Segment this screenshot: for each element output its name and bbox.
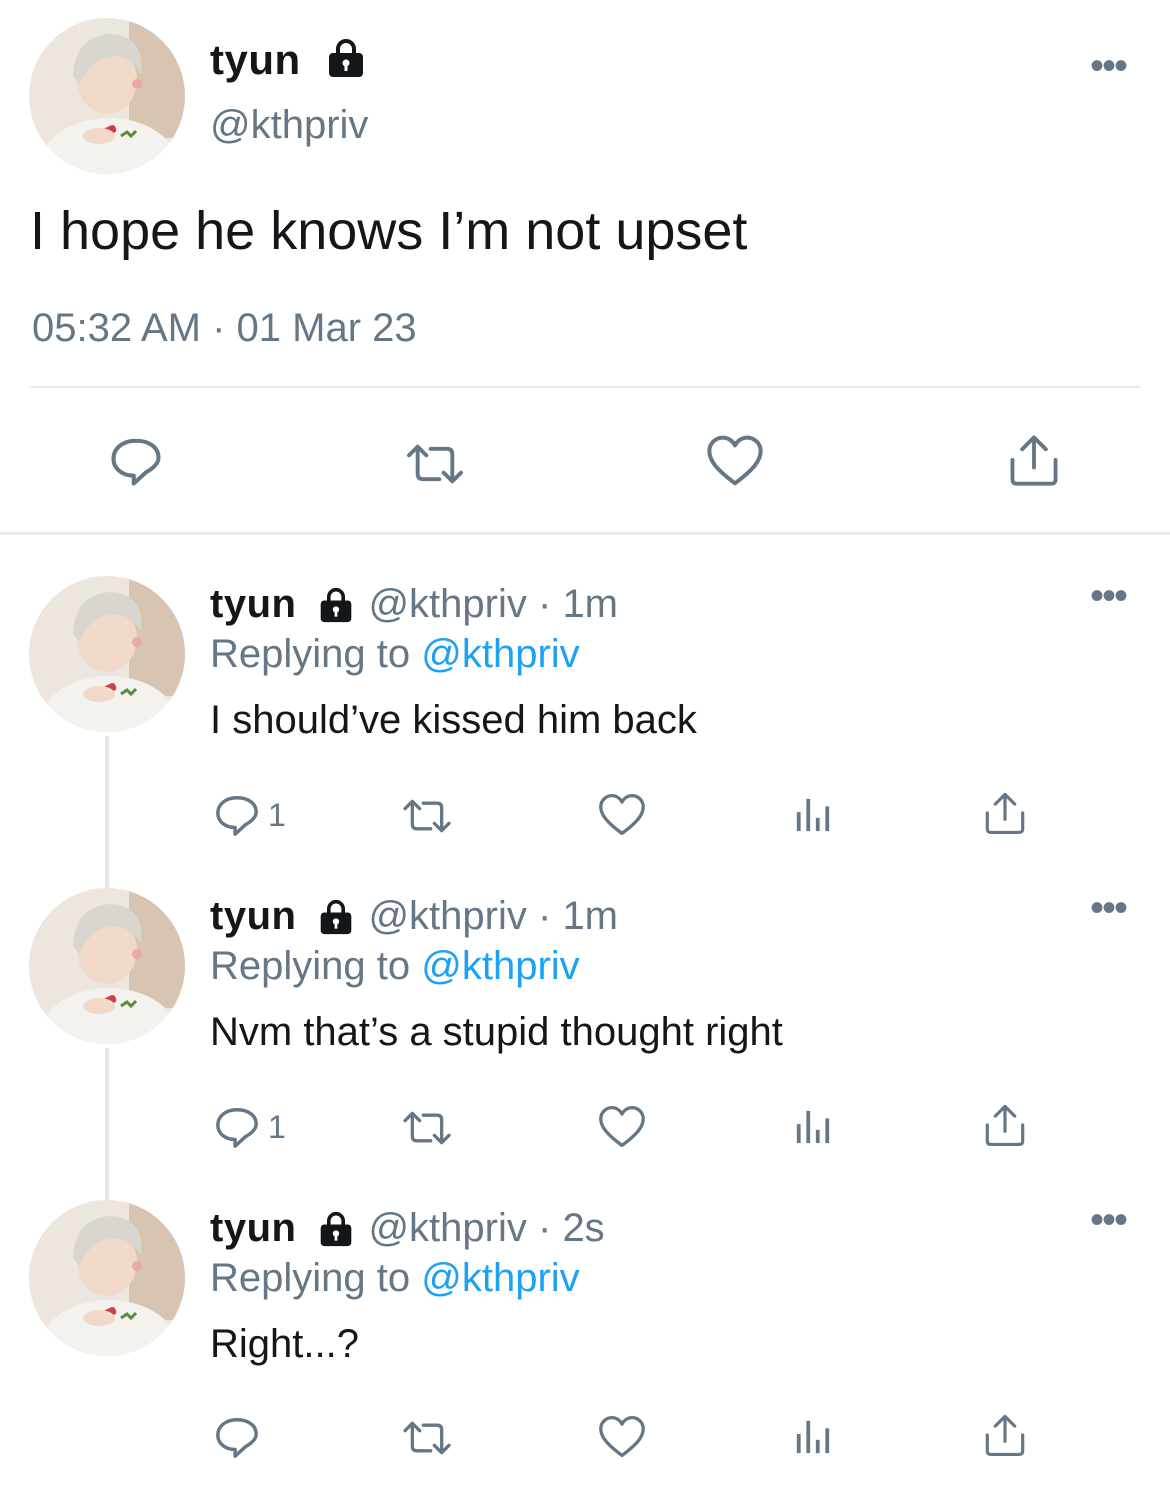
author-handle[interactable]: @kthpriv <box>368 894 526 939</box>
mention-link[interactable]: @kthpriv <box>421 632 579 676</box>
reply-button[interactable]: 1 <box>214 792 286 838</box>
author-avatar[interactable] <box>29 1200 185 1356</box>
reply-count: 1 <box>268 1108 286 1145</box>
share-button[interactable] <box>1006 432 1062 488</box>
reply-text: Nvm that’s a stupid thought right <box>210 1010 783 1054</box>
stats-button[interactable] <box>794 1106 832 1146</box>
replying-to: Replying to @kthpriv <box>210 1256 580 1301</box>
share-button[interactable] <box>982 1412 1028 1458</box>
stats-button[interactable] <box>794 1416 832 1456</box>
author-name[interactable]: tyun <box>210 894 296 939</box>
reply-tweet[interactable]: tyun @kthpriv · 1m ••• Replying to @kthp… <box>0 888 1170 1200</box>
author-avatar[interactable] <box>29 888 185 1044</box>
reply-button[interactable]: 1 <box>214 1104 286 1150</box>
retweet-button[interactable] <box>398 794 456 838</box>
author-handle[interactable]: @kthpriv <box>368 582 526 627</box>
author-handle[interactable]: @kthpriv <box>368 1206 526 1251</box>
retweet-icon <box>398 794 456 838</box>
like-icon <box>598 1104 646 1150</box>
author-name[interactable]: tyun <box>210 36 301 84</box>
replying-to: Replying to @kthpriv <box>210 632 580 677</box>
reply-time[interactable]: 2s <box>562 1206 604 1251</box>
share-icon <box>1006 432 1062 488</box>
share-button[interactable] <box>982 1102 1028 1148</box>
more-options-button[interactable]: ••• <box>1090 576 1128 616</box>
mention-link[interactable]: @kthpriv <box>421 944 579 988</box>
more-options-button[interactable]: ••• <box>1090 888 1128 928</box>
reply-text: I should’ve kissed him back <box>210 698 697 742</box>
reply-text: Right...? <box>210 1322 359 1366</box>
reply-count: 1 <box>268 796 286 833</box>
reply-header: tyun @kthpriv · 1m <box>210 582 618 627</box>
stats-icon <box>794 794 832 834</box>
author-handle[interactable]: @kthpriv <box>210 103 368 148</box>
stats-icon <box>794 1106 832 1146</box>
divider <box>0 532 1170 535</box>
reply-tweet[interactable]: tyun @kthpriv · 2s ••• Replying to @kthp… <box>0 1200 1170 1512</box>
replying-to: Replying to @kthpriv <box>210 944 580 989</box>
lock-icon <box>318 899 354 935</box>
reply-header: tyun @kthpriv · 2s <box>210 1206 605 1251</box>
reply-icon <box>214 1414 260 1460</box>
like-icon <box>706 434 764 488</box>
separator: · <box>537 1206 552 1250</box>
reply-time[interactable]: 1m <box>562 894 618 939</box>
more-options-button[interactable]: ••• <box>1090 1200 1128 1240</box>
tweet-text: I hope he knows I’m not upset <box>30 201 748 261</box>
author-name[interactable]: tyun <box>210 582 296 627</box>
retweet-button[interactable] <box>400 438 470 490</box>
share-icon <box>982 1412 1028 1458</box>
retweet-icon <box>398 1106 456 1150</box>
reply-tweet[interactable]: tyun @kthpriv · 1m ••• Replying to @kthp… <box>0 576 1170 888</box>
like-button[interactable] <box>706 434 764 488</box>
replying-label: Replying to <box>210 632 422 676</box>
reply-button[interactable] <box>108 434 164 488</box>
reply-icon <box>108 434 164 488</box>
author-avatar[interactable] <box>29 576 185 732</box>
lock-icon <box>318 1211 354 1247</box>
stats-button[interactable] <box>794 794 832 834</box>
reply-time[interactable]: 1m <box>562 582 618 627</box>
more-options-button[interactable]: ••• <box>1090 46 1128 86</box>
retweet-icon <box>400 438 470 490</box>
divider <box>30 386 1140 388</box>
author-name[interactable]: tyun <box>210 1206 296 1251</box>
like-icon <box>598 1414 646 1460</box>
retweet-button[interactable] <box>398 1106 456 1150</box>
share-icon <box>982 790 1028 836</box>
mention-link[interactable]: @kthpriv <box>421 1256 579 1300</box>
replying-label: Replying to <box>210 1256 422 1300</box>
reply-header: tyun @kthpriv · 1m <box>210 894 618 939</box>
reply-icon <box>214 792 260 838</box>
reply-icon <box>214 1104 260 1150</box>
lock-icon <box>326 38 366 78</box>
like-button[interactable] <box>598 792 646 838</box>
separator: · <box>537 582 552 626</box>
like-icon <box>598 792 646 838</box>
share-button[interactable] <box>982 790 1028 836</box>
author-avatar[interactable] <box>29 18 185 174</box>
stats-icon <box>794 1416 832 1456</box>
retweet-button[interactable] <box>398 1416 456 1460</box>
replying-label: Replying to <box>210 944 422 988</box>
lock-icon <box>318 587 354 623</box>
like-button[interactable] <box>598 1104 646 1150</box>
separator: · <box>537 894 552 938</box>
share-icon <box>982 1102 1028 1148</box>
reply-button[interactable] <box>214 1414 268 1460</box>
like-button[interactable] <box>598 1414 646 1460</box>
retweet-icon <box>398 1416 456 1460</box>
tweet-timestamp[interactable]: 05:32 AM · 01 Mar 23 <box>32 306 417 351</box>
